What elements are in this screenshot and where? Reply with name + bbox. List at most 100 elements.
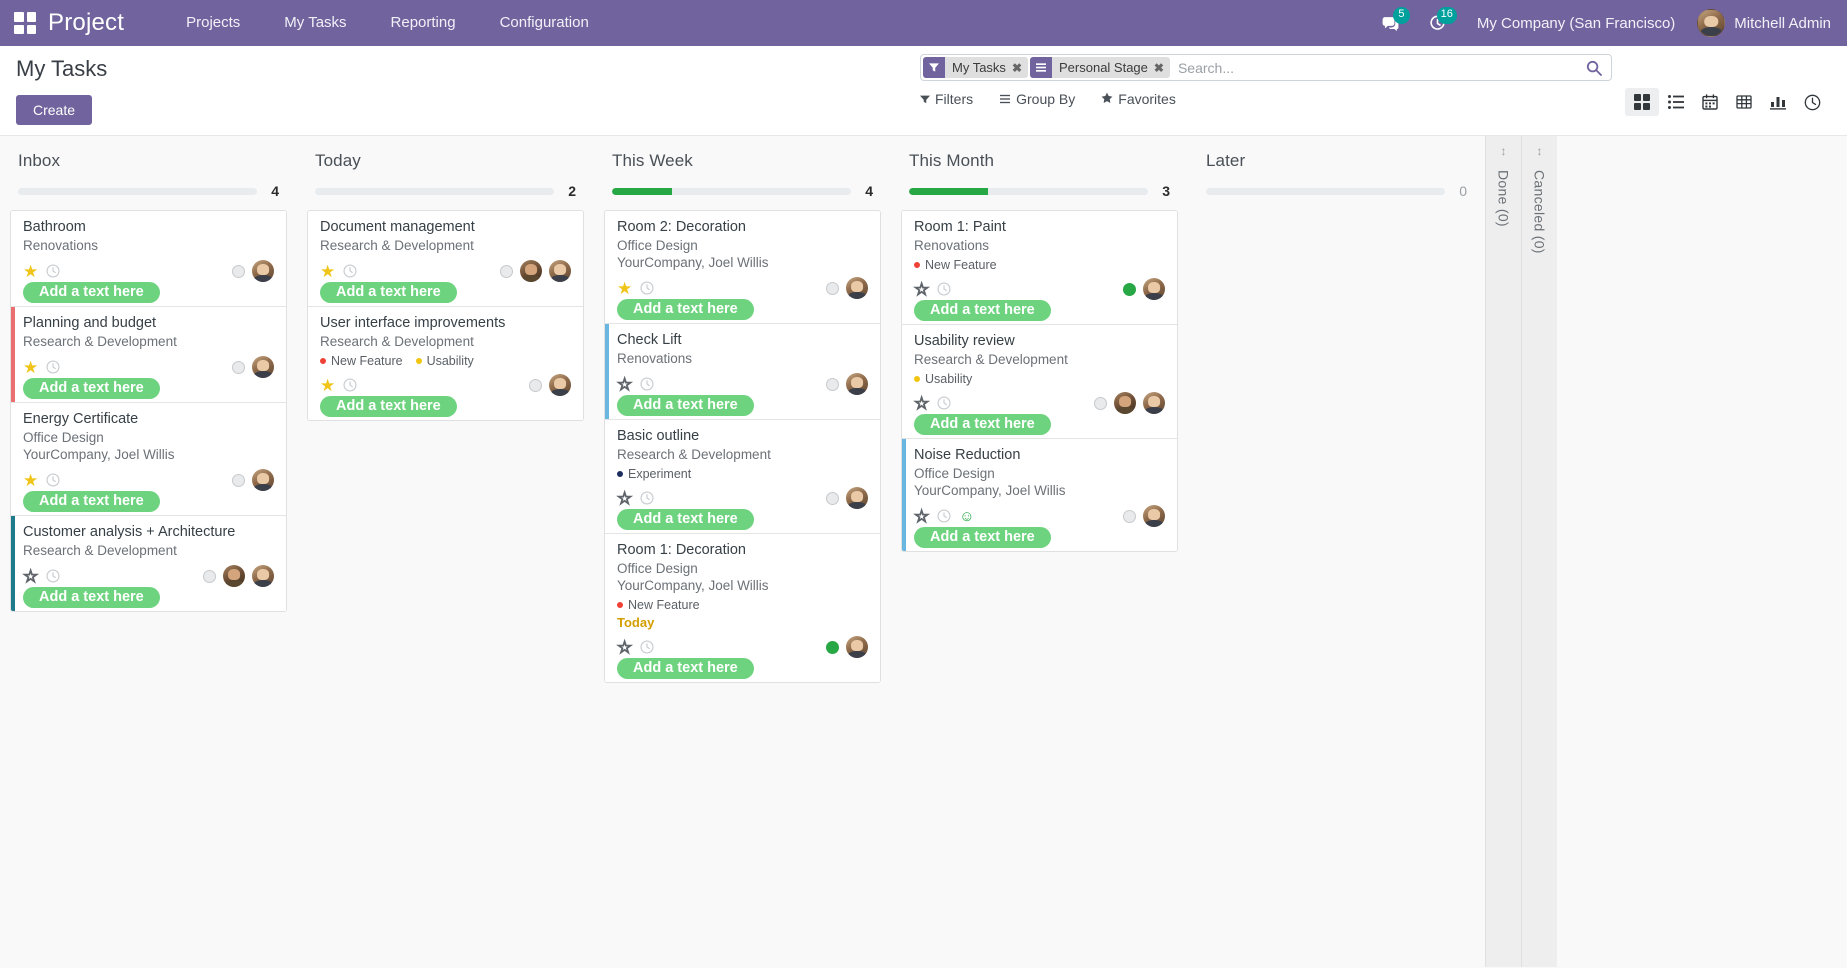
activities-button[interactable]: 16 — [1414, 0, 1461, 46]
facet-remove-icon[interactable]: ✖ — [1012, 61, 1022, 75]
avatar[interactable] — [549, 260, 571, 282]
priority-star-icon[interactable]: ☆ — [913, 280, 930, 298]
avatar[interactable] — [223, 565, 245, 587]
pivot-view-button[interactable] — [1727, 88, 1761, 116]
add-text-placeholder[interactable]: Add a text here — [320, 282, 457, 303]
priority-star-icon[interactable]: ★ — [320, 263, 335, 280]
kanban-state-dot[interactable] — [826, 281, 839, 295]
expand-arrow-icon[interactable]: ↕ — [1501, 144, 1507, 158]
kanban-card[interactable]: Planning and budget Research & Developme… — [11, 307, 286, 403]
add-text-placeholder[interactable]: Add a text here — [320, 396, 457, 417]
avatar[interactable] — [252, 469, 274, 491]
column-title[interactable]: This Week — [604, 136, 881, 171]
avatar[interactable] — [252, 260, 274, 282]
priority-star-icon[interactable]: ☆ — [913, 507, 930, 525]
task-tag[interactable]: Usability — [914, 372, 972, 386]
add-text-placeholder[interactable]: Add a text here — [23, 282, 160, 303]
add-text-placeholder[interactable]: Add a text here — [914, 300, 1051, 321]
group-by-dropdown[interactable]: Group By — [999, 91, 1075, 107]
nav-item-configuration[interactable]: Configuration — [478, 0, 611, 46]
avatar[interactable] — [252, 565, 274, 587]
facet-remove-icon[interactable]: ✖ — [1154, 61, 1164, 75]
schedule-clock-icon[interactable] — [46, 264, 60, 278]
kanban-state-dot[interactable] — [1094, 396, 1107, 410]
avatar[interactable] — [846, 636, 868, 658]
column-progress-bar[interactable] — [315, 187, 554, 195]
schedule-clock-icon[interactable] — [640, 491, 654, 505]
kanban-state-dot[interactable] — [529, 378, 542, 392]
column-progress-bar[interactable] — [18, 187, 257, 195]
column-title[interactable]: Inbox — [10, 136, 287, 171]
kanban-state-dot[interactable] — [826, 491, 839, 505]
schedule-clock-icon[interactable] — [46, 473, 60, 487]
nav-item-my-tasks[interactable]: My Tasks — [262, 0, 368, 46]
kanban-card[interactable]: User interface improvements Research & D… — [308, 307, 583, 420]
column-title[interactable]: This Month — [901, 136, 1178, 171]
task-tag[interactable]: Usability — [415, 354, 474, 368]
schedule-clock-icon[interactable] — [640, 377, 654, 391]
schedule-clock-icon[interactable] — [640, 281, 654, 295]
schedule-clock-icon[interactable] — [343, 264, 357, 278]
column-record-count[interactable]: 4 — [267, 183, 279, 199]
priority-star-icon[interactable]: ☆ — [22, 567, 39, 585]
kanban-column-folded[interactable]: ↕ Done (0) — [1485, 136, 1521, 967]
kanban-card[interactable]: Basic outline Research & Development Exp… — [605, 420, 880, 534]
avatar[interactable] — [520, 260, 542, 282]
column-progress-bar[interactable] — [909, 187, 1148, 195]
search-facet-personal-stage[interactable]: Personal Stage ✖ — [1030, 57, 1170, 78]
schedule-clock-icon[interactable] — [46, 360, 60, 374]
kanban-state-dot[interactable] — [232, 473, 245, 487]
kanban-card[interactable]: Noise Reduction Office Design YourCompan… — [902, 439, 1177, 551]
search-input[interactable] — [1169, 55, 1577, 80]
kanban-card[interactable]: Bathroom Renovations ★ Add a text here — [11, 211, 286, 307]
column-record-count[interactable]: 0 — [1455, 183, 1467, 199]
activity-view-button[interactable] — [1795, 88, 1829, 116]
kanban-state-dot[interactable] — [826, 377, 839, 391]
column-record-count[interactable]: 2 — [564, 183, 576, 199]
user-menu[interactable]: Mitchell Admin — [1691, 9, 1831, 37]
add-text-placeholder[interactable]: Add a text here — [617, 299, 754, 320]
graph-view-button[interactable] — [1761, 88, 1795, 116]
schedule-clock-icon[interactable] — [937, 396, 951, 410]
create-button[interactable]: Create — [16, 95, 93, 125]
avatar[interactable] — [1143, 278, 1165, 300]
nav-item-projects[interactable]: Projects — [164, 0, 262, 46]
priority-star-icon[interactable]: ★ — [617, 280, 632, 297]
priority-star-icon[interactable]: ★ — [23, 472, 38, 489]
nav-item-reporting[interactable]: Reporting — [369, 0, 478, 46]
kanban-card[interactable]: Room 1: Decoration Office Design YourCom… — [605, 534, 880, 682]
column-record-count[interactable]: 3 — [1158, 183, 1170, 199]
kanban-state-dot[interactable] — [1123, 282, 1136, 296]
column-title[interactable]: Later — [1198, 136, 1475, 171]
schedule-clock-icon[interactable] — [937, 282, 951, 296]
avatar[interactable] — [846, 277, 868, 299]
task-tag[interactable]: New Feature — [320, 354, 403, 368]
search-icon[interactable] — [1577, 55, 1611, 80]
column-title[interactable]: Today — [307, 136, 584, 171]
avatar[interactable] — [846, 373, 868, 395]
priority-star-icon[interactable]: ★ — [320, 377, 335, 394]
kanban-card[interactable]: Check Lift Renovations ☆ Add a text here — [605, 324, 880, 420]
kanban-card[interactable]: Document management Research & Developme… — [308, 211, 583, 307]
priority-star-icon[interactable]: ☆ — [616, 375, 633, 393]
add-text-placeholder[interactable]: Add a text here — [617, 395, 754, 416]
priority-star-icon[interactable]: ☆ — [616, 489, 633, 507]
expand-arrow-icon[interactable]: ↕ — [1537, 144, 1543, 158]
priority-star-icon[interactable]: ★ — [23, 263, 38, 280]
add-text-placeholder[interactable]: Add a text here — [23, 378, 160, 399]
search-facet-my-tasks[interactable]: My Tasks ✖ — [923, 57, 1028, 78]
list-view-button[interactable] — [1659, 88, 1693, 116]
column-record-count[interactable]: 4 — [861, 183, 873, 199]
add-text-placeholder[interactable]: Add a text here — [23, 491, 160, 512]
task-tag[interactable]: New Feature — [617, 598, 700, 612]
schedule-clock-icon[interactable] — [343, 378, 357, 392]
kanban-state-dot[interactable] — [203, 569, 216, 583]
favorites-dropdown[interactable]: Favorites — [1101, 91, 1176, 107]
search-view[interactable]: My Tasks ✖ Personal Stage ✖ — [920, 54, 1612, 81]
column-progress-bar[interactable] — [1206, 187, 1445, 195]
schedule-clock-icon[interactable] — [640, 640, 654, 654]
schedule-clock-icon[interactable] — [46, 569, 60, 583]
kanban-state-dot[interactable] — [232, 264, 245, 278]
avatar[interactable] — [1143, 392, 1165, 414]
priority-star-icon[interactable]: ☆ — [913, 394, 930, 412]
